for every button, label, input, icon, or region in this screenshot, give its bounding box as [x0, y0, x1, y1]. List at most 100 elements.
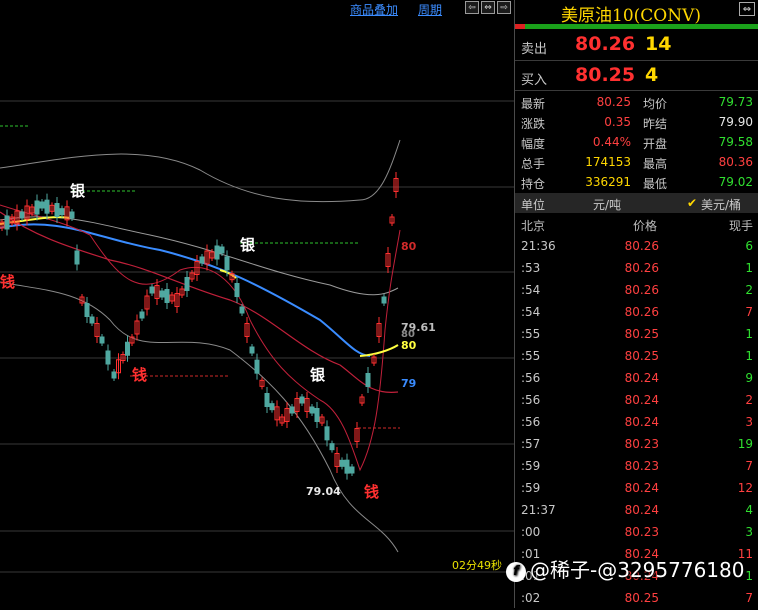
stat-value: 174153	[585, 155, 631, 169]
status-strip-marker	[515, 24, 525, 29]
trade-time: :57	[521, 437, 541, 451]
low-value-label: 79.04	[306, 485, 341, 498]
unit-value[interactable]: 元/吨	[593, 196, 621, 213]
platform-logo-icon: f	[506, 562, 526, 582]
kline-chart-area[interactable]: 银银银钱钱钱 79.04 79.61 80 80 80 79 商品叠加 周期 ⇦ ⇔ ⇨ 0…	[0, 0, 514, 608]
stat-label: 均价	[643, 97, 668, 111]
unit-alt[interactable]: 美元/桶	[701, 196, 741, 213]
trade-time: :54	[521, 305, 541, 319]
trade-price: 80.24	[624, 481, 659, 495]
divider	[515, 90, 758, 91]
candle-body	[184, 277, 190, 291]
trade-time: :53	[521, 261, 541, 275]
zoom-button[interactable]: ⇔	[481, 1, 495, 14]
trade-time: :56	[521, 415, 541, 429]
status-strip	[515, 24, 758, 29]
unit-label: 单位	[521, 198, 546, 212]
trade-volume: 2	[745, 393, 753, 407]
candle-body	[365, 373, 371, 387]
stat-value: 80.36	[718, 155, 753, 169]
overlay-link[interactable]: 商品叠加	[350, 1, 398, 18]
unit-row[interactable]: 单位 元/吨 ✔ 美元/桶	[515, 193, 758, 213]
money-marker: 钱	[132, 366, 147, 384]
candle-body	[105, 350, 111, 365]
quote-panel: 美原油10(CONV) ⇔ 卖出 80.26 14 买入 80.25 4 最新 8…	[514, 0, 758, 608]
trade-price: 80.24	[624, 393, 659, 407]
trade-time: :02	[521, 591, 541, 605]
stat-label: 涨跌	[521, 117, 546, 131]
candle-body	[239, 306, 245, 314]
trade-row[interactable]: :55 80.25 1	[515, 346, 758, 368]
candle-body	[139, 311, 145, 319]
candle-body	[54, 203, 60, 217]
trade-row[interactable]: :54 80.26 2	[515, 280, 758, 302]
trade-price: 80.25	[624, 327, 659, 341]
silver-marker: 银	[240, 236, 256, 254]
buy-price: 80.25	[575, 64, 636, 86]
trade-volume: 19	[737, 437, 753, 451]
candle-body	[269, 403, 275, 411]
candle-body	[4, 215, 10, 230]
trade-volume: 4	[745, 503, 753, 517]
stat-label: 幅度	[521, 137, 546, 151]
stat-row: 幅度 0.44% 开盘 79.58	[515, 132, 758, 152]
stat-label: 最低	[643, 177, 668, 191]
trade-price: 80.23	[624, 525, 659, 539]
ma-red	[0, 211, 399, 393]
trade-row[interactable]: :56 80.24 9	[515, 368, 758, 390]
stat-label: 昨结	[643, 117, 668, 131]
trade-time: :54	[521, 283, 541, 297]
trade-row[interactable]: :55 80.25 1	[515, 324, 758, 346]
trade-row[interactable]: :00 80.23 3	[515, 522, 758, 544]
trade-time: 21:37	[521, 503, 556, 517]
trade-time: :56	[521, 393, 541, 407]
trade-row[interactable]: :59 80.24 12	[515, 478, 758, 500]
candle-body	[84, 303, 90, 317]
sell-price: 80.26	[575, 33, 636, 55]
candle-body	[314, 408, 320, 422]
trade-row[interactable]: :56 80.24 2	[515, 390, 758, 412]
trade-volume: 2	[745, 283, 753, 297]
trade-volume: 3	[745, 525, 753, 539]
stat-value: 79.90	[718, 115, 753, 129]
candle-body	[59, 208, 65, 216]
switch-icon[interactable]: ⇔	[739, 2, 755, 16]
trade-price: 80.23	[624, 459, 659, 473]
scroll-left-button[interactable]: ⇦	[465, 1, 479, 14]
trade-row[interactable]: :02 80.25 7	[515, 588, 758, 610]
candle-body	[254, 359, 260, 374]
candle-body	[34, 200, 40, 215]
sell-row[interactable]: 卖出 80.26 14	[515, 31, 758, 59]
candle-body	[339, 459, 345, 467]
trade-volume: 1	[745, 569, 753, 583]
sell-volume: 14	[645, 33, 672, 55]
trade-volume: 1	[745, 349, 753, 363]
trade-row[interactable]: :54 80.26 7	[515, 302, 758, 324]
trade-volume: 1	[745, 327, 753, 341]
trade-row[interactable]: :53 80.26 1	[515, 258, 758, 280]
candle-body	[219, 246, 225, 254]
trade-row[interactable]: :59 80.23 7	[515, 456, 758, 478]
trade-row[interactable]: 21:37 80.24 4	[515, 500, 758, 522]
trade-price: 80.26	[624, 239, 659, 253]
buy-volume: 4	[645, 64, 659, 86]
candle-body	[164, 289, 170, 303]
trade-header-volume: 现手	[728, 219, 753, 233]
money-marker: 钱	[0, 273, 15, 291]
scroll-right-button[interactable]: ⇨	[497, 1, 511, 14]
stat-row: 总手 174153 最高 80.36	[515, 152, 758, 172]
trade-price: 80.23	[624, 437, 659, 451]
kline-chart[interactable]: 银银银钱钱钱79.0479.6180808079	[0, 0, 514, 608]
watermark-text: @稀子-@3295776180	[530, 558, 745, 582]
trade-row[interactable]: :57 80.23 19	[515, 434, 758, 456]
candle-body	[74, 250, 80, 265]
trade-time: :56	[521, 371, 541, 385]
candle-body	[125, 341, 130, 356]
stat-value: 0.44%	[592, 135, 631, 149]
stat-value: 79.02	[718, 175, 753, 189]
trade-header-price: 价格	[633, 219, 658, 233]
period-link[interactable]: 周期	[418, 1, 442, 18]
trade-row[interactable]: 21:36 80.26 6	[515, 236, 758, 258]
trade-row[interactable]: :56 80.24 3	[515, 412, 758, 434]
buy-row[interactable]: 买入 80.25 4	[515, 62, 758, 90]
